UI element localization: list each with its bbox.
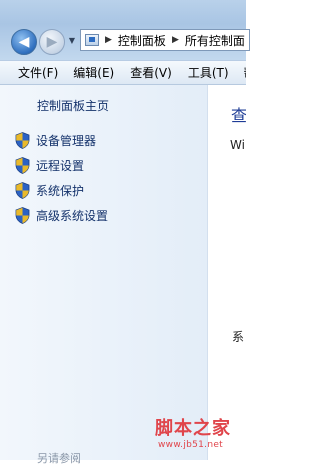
address-bar[interactable]: ▶ 控制面板 ▶ 所有控制面 (80, 29, 250, 51)
system-protection-link[interactable]: 系统保护 (15, 182, 84, 199)
forward-arrow-icon: ▶ (46, 34, 58, 50)
chevron-down-icon: ▼ (68, 36, 76, 45)
menu-edit[interactable]: 编辑(E) (73, 64, 114, 81)
control-panel-home-link[interactable]: 控制面板主页 (37, 97, 109, 114)
back-button[interactable]: ◀ (11, 29, 37, 55)
breadcrumb-all-items[interactable]: 所有控制面 (185, 32, 245, 49)
main-content: 查 Wi 系 (208, 85, 246, 460)
recent-pages-dropdown[interactable]: ▼ (67, 36, 77, 46)
menu-tools[interactable]: 工具(T) (188, 64, 229, 81)
menu-help[interactable]: 帮 (244, 64, 246, 81)
explorer-title-bar: ◀ ▶ ▼ ▶ 控制面板 ▶ 所有控制面 (0, 0, 250, 60)
system-section-text: 系 (232, 330, 245, 344)
back-arrow-icon: ◀ (18, 34, 30, 50)
uac-shield-icon (15, 182, 30, 199)
uac-shield-icon (15, 132, 30, 149)
menu-file[interactable]: 文件(F) (18, 64, 58, 81)
task-sidebar: 控制面板主页 设备管理器 远程设置 系统保护 高级系统设置 另请参阅 (0, 85, 208, 465)
forward-button[interactable]: ▶ (39, 29, 65, 55)
device-manager-link[interactable]: 设备管理器 (15, 132, 96, 149)
control-panel-icon (85, 34, 99, 46)
uac-shield-icon (15, 207, 30, 224)
task-label: 系统保护 (36, 184, 85, 198)
see-also-heading: 另请参阅 (37, 452, 81, 465)
menu-view[interactable]: 查看(V) (130, 64, 172, 81)
remote-settings-link[interactable]: 远程设置 (15, 157, 84, 174)
task-label: 高级系统设置 (36, 209, 109, 223)
uac-shield-icon (15, 157, 30, 174)
advanced-system-settings-link[interactable]: 高级系统设置 (15, 207, 108, 224)
task-label: 远程设置 (36, 159, 85, 173)
breadcrumb-control-panel[interactable]: 控制面板 (118, 32, 166, 49)
task-label: 设备管理器 (36, 134, 97, 148)
menu-bar: 文件(F) 编辑(E) 查看(V) 工具(T) 帮 (0, 60, 246, 85)
page-title: 查 (231, 106, 246, 125)
breadcrumb-separator-icon[interactable]: ▶ (172, 35, 179, 45)
windows-edition-text: Wi (230, 138, 245, 152)
breadcrumb-separator-icon[interactable]: ▶ (105, 35, 112, 45)
